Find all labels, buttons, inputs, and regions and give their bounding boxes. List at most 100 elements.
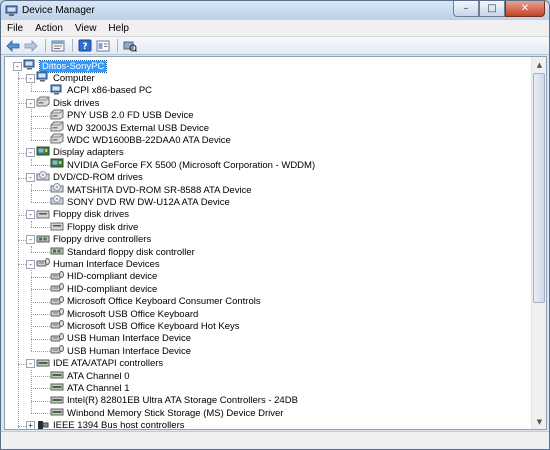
- device-row[interactable]: USB Human Interface Device: [50, 345, 191, 357]
- close-button[interactable]: ✕: [505, 1, 545, 17]
- collapse-toggle[interactable]: -: [26, 359, 35, 369]
- category-row[interactable]: Floppy disk drives: [36, 209, 129, 221]
- tree-connector: [31, 115, 50, 117]
- tree-connector: [31, 190, 50, 191]
- collapse-toggle[interactable]: -: [26, 173, 35, 183]
- device-label: USB Human Interface Device: [67, 345, 192, 357]
- tree-connector: [18, 103, 26, 105]
- device-label: Microsoft USB Office Keyboard Hot Keys: [67, 320, 240, 332]
- title-bar[interactable]: Device Manager – □ ✕: [1, 1, 549, 20]
- category-row[interactable]: IDE ATA/ATAPI controllers: [36, 358, 163, 370]
- device-row[interactable]: Intel(R) 82801EB Ultra ATA Storage Contr…: [50, 395, 298, 407]
- scroll-up-icon[interactable]: ▲: [532, 57, 546, 72]
- tree-connector: [31, 128, 50, 129]
- scroll-down-icon[interactable]: ▼: [532, 414, 546, 429]
- tree-connector: [31, 140, 50, 142]
- tree-connector: [31, 276, 50, 278]
- device-label: MATSHITA DVD-ROM SR-8588 ATA Device: [67, 184, 252, 196]
- minimize-button[interactable]: –: [453, 1, 479, 17]
- device-row[interactable]: ATA Channel 0: [50, 370, 130, 382]
- category-label: Disk drives: [53, 97, 100, 109]
- tree-connector: [31, 326, 50, 328]
- back-arrow-icon[interactable]: [5, 39, 21, 53]
- menu-view[interactable]: View: [69, 23, 103, 34]
- device-label: HID-compliant device: [67, 271, 158, 283]
- collapse-toggle[interactable]: -: [26, 73, 35, 83]
- category-row[interactable]: Computer: [36, 71, 95, 84]
- collapse-toggle[interactable]: -: [26, 148, 35, 158]
- help-icon[interactable]: ?: [77, 39, 93, 53]
- properties-icon[interactable]: [50, 39, 66, 53]
- device-row[interactable]: Standard floppy disk controller: [50, 246, 195, 258]
- tree-connector: [18, 363, 26, 365]
- category-row[interactable]: Disk drives: [36, 96, 100, 109]
- category-label: IDE ATA/ATAPI controllers: [53, 358, 164, 370]
- collapse-toggle[interactable]: -: [26, 235, 35, 245]
- device-row[interactable]: NVIDIA GeForce FX 5500 (Microsoft Corpor…: [50, 158, 315, 171]
- tree-connector: [31, 338, 50, 340]
- forward-arrow-icon[interactable]: [23, 39, 39, 53]
- device-row[interactable]: USB Human Interface Device: [50, 332, 192, 345]
- category-row[interactable]: IEEE 1394 Bus host controllers: [36, 419, 185, 429]
- tree-connector: [31, 90, 50, 92]
- category-row[interactable]: Floppy drive controllers: [36, 234, 151, 246]
- view-icon[interactable]: [95, 39, 111, 53]
- vertical-scrollbar[interactable]: ▲ ▼: [531, 57, 546, 429]
- tree-connector: [18, 78, 26, 80]
- toolbar-separator: [117, 39, 118, 52]
- device-label: Microsoft Office Keyboard Consumer Contr…: [67, 296, 261, 308]
- tree-connector: [31, 245, 32, 252]
- device-label: WD 3200JS External USB Device: [67, 122, 210, 134]
- device-row[interactable]: ACPI x86-based PC: [50, 84, 153, 97]
- tree-connector: [18, 214, 26, 216]
- tree-connector: [31, 301, 50, 303]
- device-row[interactable]: PNY USB 2.0 FD USB Device: [50, 109, 194, 122]
- menu-action[interactable]: Action: [29, 23, 69, 34]
- collapse-toggle[interactable]: -: [26, 98, 35, 108]
- toolbar-separator: [45, 39, 46, 52]
- device-label: Standard floppy disk controller: [67, 246, 195, 258]
- device-label: ACPI x86-based PC: [67, 85, 153, 97]
- tree-connector: [31, 314, 50, 315]
- device-row[interactable]: ATA Channel 1: [50, 382, 130, 394]
- device-label: USB Human Interface Device: [67, 333, 192, 345]
- tree-connector: [31, 109, 32, 141]
- menu-help[interactable]: Help: [102, 23, 135, 34]
- tree-root[interactable]: Dittos-SonyPC: [23, 59, 108, 73]
- collapse-toggle[interactable]: -: [13, 61, 22, 71]
- device-label: Microsoft USB Office Keyboard: [67, 308, 199, 320]
- menu-file[interactable]: File: [1, 23, 29, 34]
- device-row[interactable]: Microsoft USB Office Keyboard: [50, 308, 198, 320]
- category-row[interactable]: Display adapters: [36, 146, 124, 159]
- category-label: Computer: [53, 72, 95, 84]
- scan-hardware-icon[interactable]: [122, 39, 138, 53]
- device-row[interactable]: HID-compliant device: [50, 270, 158, 283]
- tree-connector: [31, 388, 50, 390]
- category-row[interactable]: DVD/CD-ROM drives: [36, 170, 143, 184]
- device-row[interactable]: Microsoft USB Office Keyboard Hot Keys: [50, 320, 239, 332]
- ieee1394-icon: [36, 419, 53, 429]
- scrollbar-thumb[interactable]: [533, 73, 545, 303]
- category-row[interactable]: Human Interface Devices: [36, 258, 160, 270]
- collapse-toggle[interactable]: -: [26, 259, 35, 269]
- tree-root-label: Dittos-SonyPC: [38, 59, 108, 73]
- device-row[interactable]: Microsoft Office Keyboard Consumer Contr…: [50, 295, 261, 308]
- device-row[interactable]: SONY DVD RW DW-U12A ATA Device: [50, 195, 230, 208]
- tree-connector: [31, 413, 50, 415]
- device-row[interactable]: Winbond Memory Stick Storage (MS) Device…: [50, 407, 283, 419]
- device-row[interactable]: MATSHITA DVD-ROM SR-8588 ATA Device: [50, 183, 252, 196]
- tree-connector: [31, 400, 50, 402]
- maximize-button[interactable]: □: [479, 1, 505, 17]
- collapse-toggle[interactable]: -: [26, 210, 35, 220]
- tree-connector: [18, 264, 26, 266]
- toolbar-separator: [72, 39, 73, 52]
- device-row[interactable]: HID-compliant device: [50, 283, 157, 295]
- device-row[interactable]: WDC WD1600BB-22DAA0 ATA Device: [50, 133, 231, 146]
- tree-connector: [31, 351, 50, 353]
- collapse-toggle[interactable]: +: [26, 421, 35, 429]
- device-row[interactable]: Floppy disk drive: [50, 221, 138, 233]
- device-row[interactable]: WD 3200JS External USB Device: [50, 121, 210, 134]
- device-label: Intel(R) 82801EB Ultra ATA Storage Contr…: [67, 395, 298, 407]
- tree-connector: [31, 289, 50, 291]
- toolbar: ?: [1, 37, 549, 55]
